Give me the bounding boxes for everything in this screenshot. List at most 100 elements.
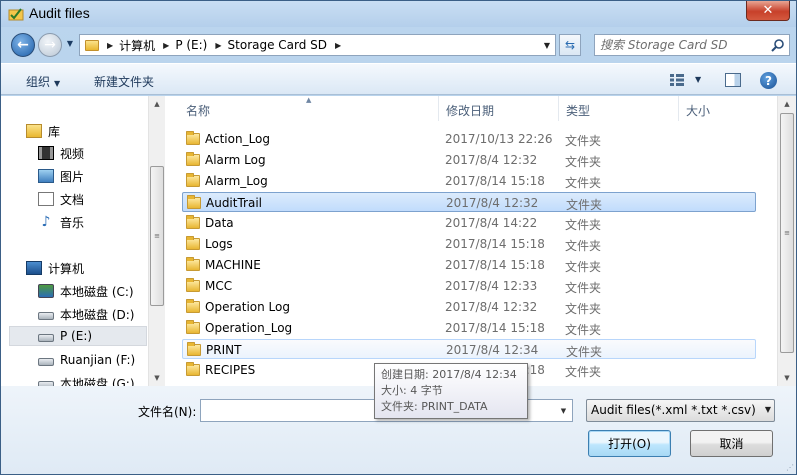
file-list-scrollbar[interactable]: ▲ ≡ ▼ bbox=[777, 96, 796, 386]
file-date: 2017/8/4 12:32 bbox=[446, 196, 539, 210]
nav-item-drive-e[interactable]: P (E:) bbox=[9, 326, 147, 346]
close-button[interactable]: ✕ bbox=[746, 1, 790, 21]
organize-button[interactable]: 组织 ▼ bbox=[26, 73, 60, 90]
file-type: 文件夹 bbox=[565, 365, 602, 379]
nav-item-label: Ruanjian (F:) bbox=[60, 353, 136, 367]
address-bar[interactable]: ▶ 计算机 ▶ P (E:) ▶ Storage Card SD ▶ ▼ bbox=[79, 34, 556, 56]
nav-item-drive-c[interactable]: 本地磁盘 (C:) bbox=[38, 281, 134, 301]
folder-icon bbox=[187, 195, 201, 209]
column-divider[interactable] bbox=[558, 96, 559, 121]
column-header-date[interactable]: 修改日期 bbox=[446, 96, 494, 121]
navigation-scrollbar[interactable]: ▲ ≡ ▼ bbox=[148, 96, 165, 386]
file-type: 文件夹 bbox=[565, 323, 602, 337]
drive-icon bbox=[38, 311, 54, 320]
column-header-size[interactable]: 大小 bbox=[686, 96, 710, 121]
table-row[interactable]: MCC 2017/8/4 12:33 文件夹 bbox=[182, 276, 756, 296]
file-name: Logs bbox=[205, 237, 233, 251]
file-name: Alarm Log bbox=[205, 153, 266, 167]
nav-item-label: 库 bbox=[48, 124, 61, 139]
scroll-down-icon[interactable]: ▼ bbox=[779, 370, 795, 386]
nav-item-video[interactable]: 视频 bbox=[38, 143, 84, 163]
file-dialog-window: Audit files ✕ ← → ▼ ▶ 计算机 ▶ P (E:) ▶ Sto… bbox=[0, 0, 797, 475]
file-date: 2017/8/14 15:18 bbox=[445, 174, 545, 188]
scroll-up-icon[interactable]: ▲ bbox=[149, 96, 165, 112]
file-date: 2017/8/14 15:18 bbox=[445, 258, 545, 272]
folder-icon bbox=[186, 257, 200, 271]
tooltip-created: 创建日期: 2017/8/4 12:34 bbox=[381, 368, 517, 381]
table-row[interactable]: Alarm Log 2017/8/4 12:32 文件夹 bbox=[182, 150, 756, 170]
nav-item-label: P (E:) bbox=[60, 329, 93, 343]
table-row[interactable]: Operation Log 2017/8/4 12:32 文件夹 bbox=[182, 297, 756, 317]
command-bar: 组织 ▼ 新建文件夹 ▼ ? bbox=[1, 63, 796, 95]
folder-icon bbox=[186, 131, 200, 145]
nav-item-label: 音乐 bbox=[60, 215, 85, 230]
table-row-selected[interactable]: AuditTrail 2017/8/4 12:32 文件夹 bbox=[182, 192, 756, 212]
file-date: 2017/8/14 15:18 bbox=[445, 237, 545, 251]
breadcrumb-separator-icon[interactable]: ▶ bbox=[215, 41, 221, 50]
nav-item-label: 计算机 bbox=[48, 261, 85, 276]
app-icon bbox=[8, 8, 24, 21]
nav-item-label: 视频 bbox=[60, 146, 85, 161]
breadcrumb-drive[interactable]: P (E:) bbox=[175, 38, 207, 52]
nav-item-documents[interactable]: 文档 bbox=[38, 189, 84, 209]
forward-button[interactable]: → bbox=[38, 33, 62, 57]
column-divider[interactable] bbox=[438, 96, 439, 121]
breadcrumb-computer[interactable]: 计算机 bbox=[119, 37, 155, 54]
column-header-name[interactable]: 名称 bbox=[186, 96, 210, 121]
column-header-type[interactable]: 类型 bbox=[566, 96, 590, 121]
view-dropdown-icon[interactable]: ▼ bbox=[695, 75, 701, 84]
file-date: 2017/8/4 14:22 bbox=[445, 216, 538, 230]
back-button[interactable]: ← bbox=[11, 33, 35, 57]
nav-item-pictures[interactable]: 图片 bbox=[38, 166, 84, 186]
nav-item-drive-f[interactable]: Ruanjian (F:) bbox=[38, 350, 135, 370]
breadcrumb-separator-icon[interactable]: ▶ bbox=[163, 41, 169, 50]
nav-item-music[interactable]: ♪ 音乐 bbox=[38, 212, 84, 232]
breadcrumb-separator-icon[interactable]: ▶ bbox=[335, 41, 341, 50]
new-folder-button[interactable]: 新建文件夹 bbox=[94, 73, 154, 90]
chevron-down-icon[interactable]: ▼ bbox=[555, 400, 572, 421]
chevron-down-icon: ▼ bbox=[54, 79, 61, 88]
file-type: 文件夹 bbox=[566, 198, 603, 212]
open-button[interactable]: 打开(O) bbox=[588, 430, 671, 457]
table-row[interactable]: MACHINE 2017/8/14 15:18 文件夹 bbox=[182, 255, 756, 275]
table-row[interactable]: Operation_Log 2017/8/14 15:18 文件夹 bbox=[182, 318, 756, 338]
file-name: Action_Log bbox=[205, 132, 271, 146]
history-dropdown-button[interactable]: ▼ bbox=[64, 39, 76, 51]
folder-icon bbox=[186, 299, 200, 313]
preview-pane-icon[interactable] bbox=[725, 73, 741, 87]
breadcrumb-folder[interactable]: Storage Card SD bbox=[228, 38, 328, 52]
nav-item-computer[interactable]: 计算机 bbox=[26, 258, 84, 278]
nav-item-drive-d[interactable]: 本地磁盘 (D:) bbox=[38, 304, 134, 324]
scroll-down-icon[interactable]: ▼ bbox=[149, 370, 165, 386]
scrollbar-thumb[interactable]: ≡ bbox=[780, 113, 794, 353]
resize-grip-icon[interactable]: ⋰ bbox=[786, 463, 794, 472]
cancel-button[interactable]: 取消 bbox=[690, 430, 773, 457]
folder-icon bbox=[186, 236, 200, 250]
address-dropdown-icon[interactable]: ▼ bbox=[539, 35, 555, 55]
scrollbar-thumb[interactable]: ≡ bbox=[150, 166, 164, 306]
title-bar[interactable]: Audit files ✕ bbox=[1, 1, 796, 27]
scroll-up-icon[interactable]: ▲ bbox=[779, 96, 795, 112]
file-list: ▲ 名称 修改日期 类型 大小 Action_Log 2017/10/13 22… bbox=[165, 96, 777, 386]
help-icon[interactable]: ? bbox=[760, 72, 777, 89]
breadcrumb-separator-icon[interactable]: ▶ bbox=[107, 41, 113, 50]
table-row[interactable]: Action_Log 2017/10/13 22:26 文件夹 bbox=[182, 129, 756, 149]
view-options-icon[interactable] bbox=[670, 74, 684, 86]
table-row-hovered[interactable]: PRINT 2017/8/4 12:34 文件夹 bbox=[182, 339, 756, 359]
file-type: 文件夹 bbox=[565, 281, 602, 295]
file-date: 2017/8/4 12:32 bbox=[445, 300, 538, 314]
search-input[interactable] bbox=[595, 35, 765, 55]
table-row[interactable]: Data 2017/8/4 14:22 文件夹 bbox=[182, 213, 756, 233]
filter-value: Audit files(*.xml *.txt *.csv) bbox=[591, 403, 756, 417]
file-type-filter[interactable]: Audit files(*.xml *.txt *.csv) ▼ bbox=[586, 399, 775, 422]
nav-item-label: 图片 bbox=[60, 169, 85, 184]
nav-item-library[interactable]: 库 bbox=[26, 121, 60, 141]
column-divider[interactable] bbox=[678, 96, 679, 121]
table-row[interactable]: Alarm_Log 2017/8/14 15:18 文件夹 bbox=[182, 171, 756, 191]
search-icon[interactable] bbox=[771, 38, 785, 52]
table-row[interactable]: Logs 2017/8/14 15:18 文件夹 bbox=[182, 234, 756, 254]
file-type: 文件夹 bbox=[565, 176, 602, 190]
organize-label: 组织 bbox=[26, 75, 51, 89]
refresh-button[interactable]: ⇆ bbox=[559, 34, 581, 56]
search-box[interactable] bbox=[594, 34, 790, 56]
